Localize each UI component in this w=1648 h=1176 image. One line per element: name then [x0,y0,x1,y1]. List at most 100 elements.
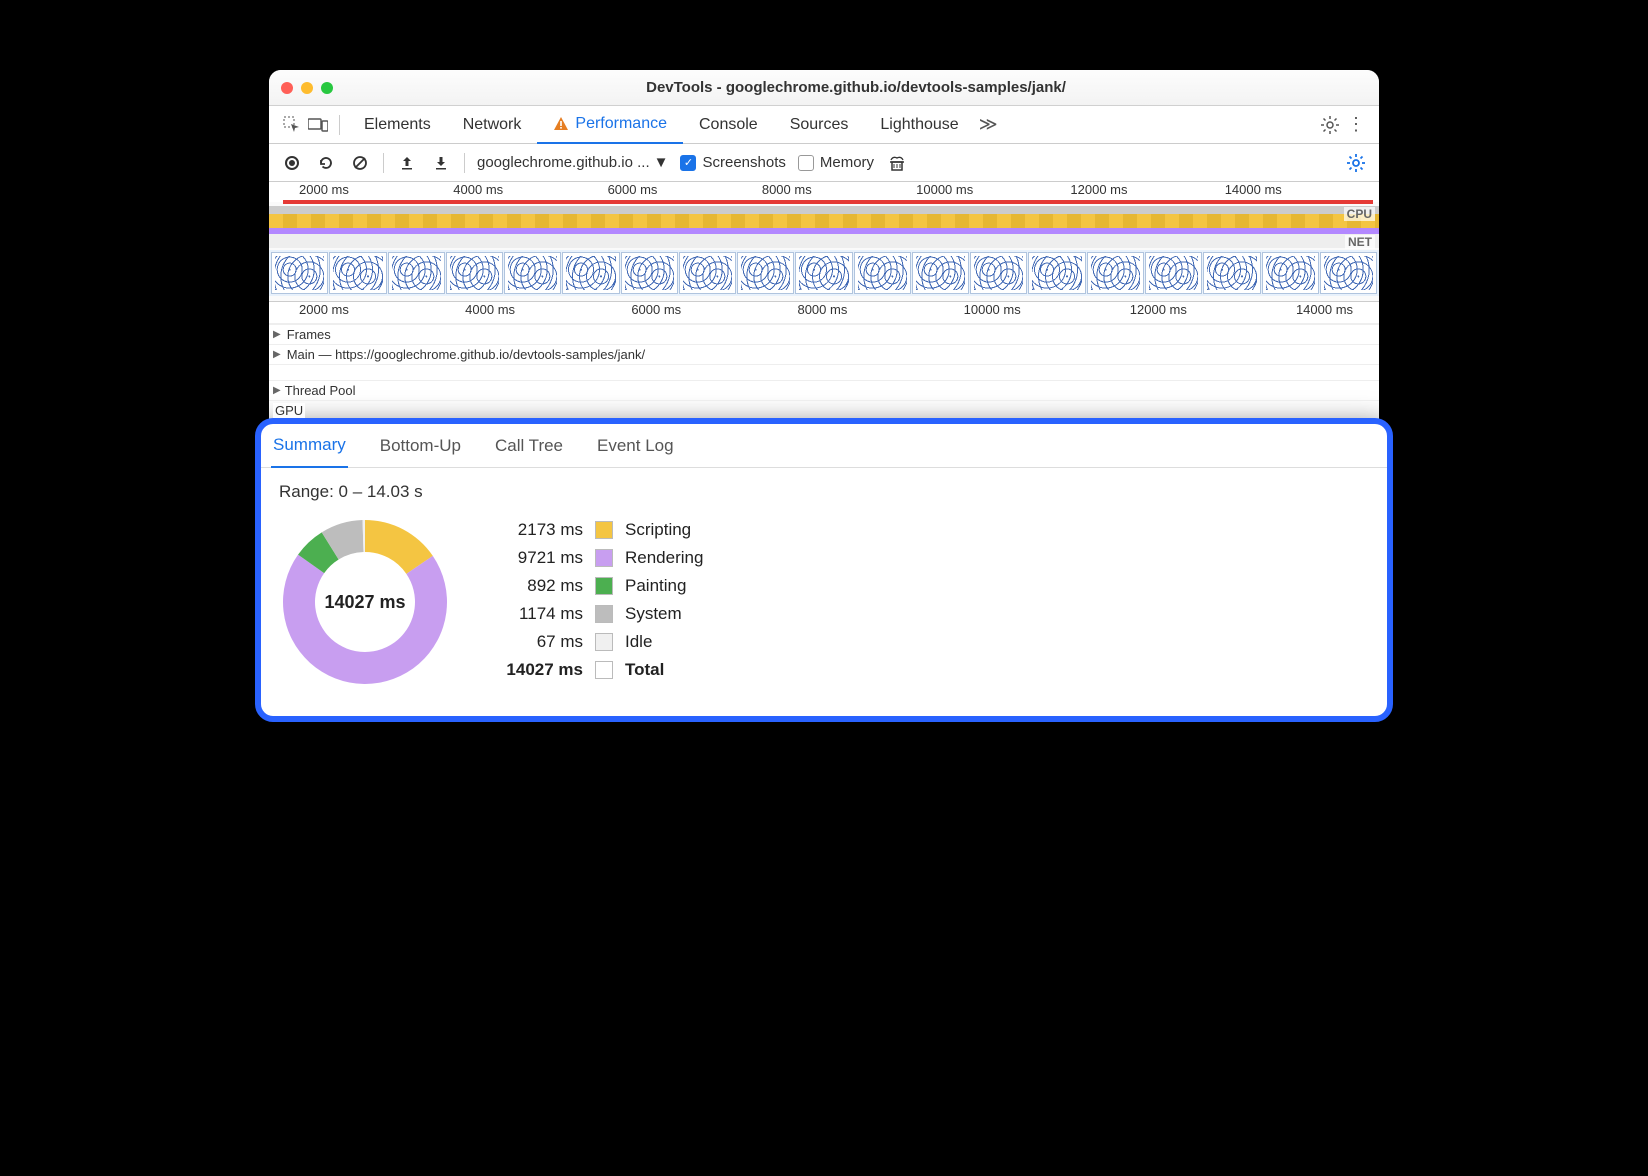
ruler-tick: 8000 ms [762,182,916,202]
screenshot-thumb[interactable] [1087,252,1144,294]
screenshot-thumb[interactable] [329,252,386,294]
settings-icon[interactable] [1317,112,1343,138]
main-flame-row [269,364,1379,380]
screenshot-thumb[interactable] [795,252,852,294]
collect-garbage-icon[interactable] [886,152,908,174]
legend-row: 67 msIdle [491,632,703,652]
screenshot-thumb[interactable] [1145,252,1202,294]
ruler-tick: 12000 ms [1070,182,1224,202]
screenshot-thumb[interactable] [621,252,678,294]
legend-swatch [595,549,613,567]
gpu-label: GPU [273,403,305,418]
close-icon[interactable] [281,82,293,94]
devtools-tabs: Elements Network Performance Console Sou… [269,106,1379,144]
gpu-track[interactable]: GPU [269,400,1379,420]
zoom-icon[interactable] [321,82,333,94]
legend: 2173 ms Scripting 9721 ms Rendering 892 msPa… [491,520,703,680]
screenshot-thumb[interactable] [1028,252,1085,294]
threadpool-label: Thread Pool [285,383,356,398]
main-track[interactable]: ▶Main — https://googlechrome.github.io/d… [269,344,1379,364]
traffic-lights [281,82,333,94]
screenshot-thumb[interactable] [504,252,561,294]
legend-swatch [595,521,613,539]
overview-pane[interactable]: || || 2000 ms 4000 ms 6000 ms 8000 ms 10… [269,182,1379,302]
legend-ms: 14027 ms [491,660,583,680]
memory-checkbox[interactable]: Memory [798,154,874,171]
record-icon[interactable] [281,152,303,174]
fps-bar [283,200,1373,204]
tab-console[interactable]: Console [683,106,774,144]
upload-icon[interactable] [396,152,418,174]
screenshot-thumb[interactable] [737,252,794,294]
tab-summary[interactable]: Summary [271,424,348,468]
screenshot-thumb[interactable] [562,252,619,294]
cpu-label: CPU [1344,207,1375,221]
capture-settings-icon[interactable] [1345,152,1367,174]
tab-lighthouse[interactable]: Lighthouse [864,106,974,144]
legend-name: Idle [625,632,652,652]
ruler-tick: 14000 ms [1296,302,1379,323]
legend-row: 2173 ms Scripting [491,520,703,540]
overview-ruler: 2000 ms 4000 ms 6000 ms 8000 ms 10000 ms… [269,182,1379,202]
device-toggle-icon[interactable] [305,112,331,138]
donut-center-value: 14027 ms [279,516,451,688]
expand-icon: ▶ [273,349,281,360]
tab-elements[interactable]: Elements [348,106,447,144]
summary-tabs: Summary Bottom-Up Call Tree Event Log [261,424,1387,468]
minimize-icon[interactable] [301,82,313,94]
screenshot-thumb[interactable] [388,252,445,294]
threadpool-track[interactable]: ▶Thread Pool [269,380,1379,400]
ruler-tick: 6000 ms [631,302,797,323]
frames-label: Frames [285,327,333,342]
clear-icon[interactable] [349,152,371,174]
legend-ms: 9721 ms [491,548,583,568]
tab-event-log[interactable]: Event Log [595,424,676,468]
tab-call-tree[interactable]: Call Tree [493,424,565,468]
legend-name: Scripting [625,520,691,540]
flamechart-pane[interactable]: 2000 ms 4000 ms 6000 ms 8000 ms 10000 ms… [269,302,1379,420]
ruler-tick: 4000 ms [465,302,631,323]
legend-row: 14027 msTotal [491,660,703,680]
screenshot-thumb[interactable] [970,252,1027,294]
tab-sources[interactable]: Sources [774,106,865,144]
screenshot-thumb[interactable] [271,252,328,294]
legend-row: 9721 ms Rendering [491,548,703,568]
ruler-tick: 10000 ms [964,302,1130,323]
legend-name: System [625,604,682,624]
screenshots-checkbox[interactable]: ✓ Screenshots [680,154,785,171]
net-label: NET [1345,235,1375,249]
legend-name: Rendering [625,548,703,568]
tab-bottom-up[interactable]: Bottom-Up [378,424,463,468]
frames-track[interactable]: ▶Frames [269,324,1379,344]
more-tabs-icon[interactable]: ≫ [979,114,998,135]
ruler-tick: 12000 ms [1130,302,1296,323]
download-icon[interactable] [430,152,452,174]
tab-network[interactable]: Network [447,106,538,144]
legend-ms: 1174 ms [491,604,583,624]
legend-ms: 2173 ms [491,520,583,540]
legend-swatch [595,577,613,595]
screenshot-thumb[interactable] [854,252,911,294]
inspect-icon[interactable] [279,112,305,138]
devtools-window: DevTools - googlechrome.github.io/devtoo… [269,70,1379,722]
screenshots-lane [269,250,1379,296]
legend-name: Painting [625,576,686,596]
screenshot-thumb[interactable] [1203,252,1260,294]
donut-chart: 14027 ms [279,516,451,688]
tab-performance[interactable]: Performance [537,106,683,144]
site-selector[interactable]: googlechrome.github.io ... ▼ [477,154,668,171]
legend-swatch [595,661,613,679]
memory-label: Memory [820,154,874,171]
screenshot-thumb[interactable] [1262,252,1319,294]
warning-icon [553,116,569,132]
performance-toolbar: googlechrome.github.io ... ▼ ✓ Screensho… [269,144,1379,182]
screenshot-thumb[interactable] [912,252,969,294]
ruler-tick: 6000 ms [608,182,762,202]
reload-icon[interactable] [315,152,337,174]
summary-panel: Summary Bottom-Up Call Tree Event Log Ra… [255,418,1393,722]
kebab-menu-icon[interactable]: ⋮ [1343,112,1369,138]
legend-row: 892 msPainting [491,576,703,596]
screenshot-thumb[interactable] [679,252,736,294]
screenshot-thumb[interactable] [446,252,503,294]
screenshot-thumb[interactable] [1320,252,1377,294]
